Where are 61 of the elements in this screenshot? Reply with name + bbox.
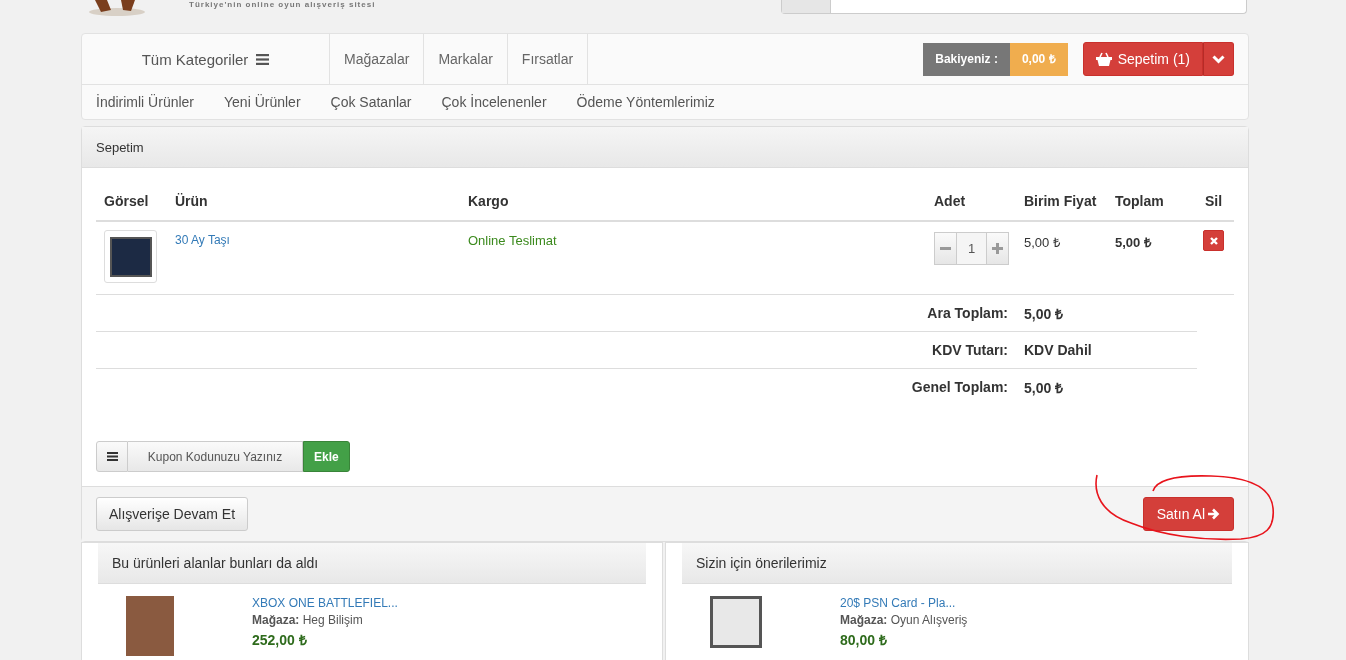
plus-icon	[992, 243, 1003, 254]
column-header: Görsel	[103, 193, 150, 209]
unit-price: 5,00 ₺	[1024, 234, 1060, 251]
decrease-button[interactable]	[934, 232, 957, 265]
product-link[interactable]: 20$ PSN Card - Pla...	[840, 596, 968, 610]
nav-link[interactable]: Mağazalar	[330, 34, 425, 84]
subnav-link[interactable]: Ödeme Yöntemlerimiz	[576, 94, 715, 110]
subnav-link[interactable]: Yeni Ürünler	[224, 94, 301, 110]
product-link[interactable]: XBOX ONE BATTLEFIEL...	[252, 596, 398, 610]
search-field[interactable]	[781, 0, 1247, 14]
nav-link[interactable]: Markalar	[424, 34, 508, 84]
cart-button[interactable]: Sepetim (1)	[1082, 42, 1203, 76]
product-price: 252,00 ₺	[252, 631, 308, 649]
subnav-link[interactable]: Çok Satanlar	[330, 94, 412, 110]
panel-title: Bu ürünleri alanlar bunları da aldı	[112, 555, 319, 571]
shipping-text: Online Teslimat	[468, 233, 557, 248]
product-price: 80,00 ₺	[840, 631, 888, 649]
logo-tagline: Türkiye'nin online oyun alışveriş sitesi	[189, 0, 376, 9]
menu-icon	[256, 53, 270, 65]
photo-placeholder	[104, 230, 157, 283]
column-header: Birim Fiyat	[1023, 193, 1098, 209]
continue-shopping-button[interactable]: Alışverişe Devam Et	[96, 497, 249, 531]
coupon-field[interactable]: Kupon Kodunuzu Yazınız	[128, 441, 303, 472]
add-button[interactable]: Ekle	[303, 441, 350, 472]
minus-icon	[940, 247, 951, 250]
increase-button[interactable]	[986, 232, 1009, 265]
categories-menu[interactable]: Tüm Kategoriler	[82, 34, 330, 84]
menu-button[interactable]	[96, 441, 128, 472]
nav-link[interactable]: Fırsatlar	[507, 34, 589, 84]
quantity-field[interactable]: 1	[957, 232, 986, 265]
photo-placeholder	[126, 596, 174, 656]
balance-label: Bakiyeniz :	[923, 42, 1010, 76]
photo-placeholder	[710, 596, 762, 648]
balance-value: 0,00 ₺	[1009, 42, 1068, 76]
column-header: Ürün	[174, 193, 209, 209]
dropdown-button[interactable]	[1203, 42, 1234, 76]
line-total: 5,00 ₺	[1115, 234, 1151, 251]
arrow-right-icon	[1207, 508, 1220, 520]
close-icon	[1209, 236, 1218, 245]
panel-title: Sepetim	[96, 139, 144, 155]
column-header: Toplam	[1114, 193, 1165, 209]
column-header: Kargo	[467, 193, 510, 209]
summary-label: Ara Toplam:	[926, 305, 1009, 321]
subnav-link[interactable]: Çok İncelenenler	[441, 94, 547, 110]
summary-value: KDV Dahil	[1023, 342, 1093, 358]
subnav-link[interactable]: İndirimli Ürünler	[96, 94, 195, 110]
delete-button[interactable]	[1203, 230, 1224, 251]
panel-title: Sizin için önerilerimiz	[696, 555, 827, 571]
basket-icon	[1095, 52, 1112, 66]
menu-icon	[106, 452, 118, 461]
summary-value: 5,00 ₺	[1023, 304, 1065, 323]
summary-value: 5,00 ₺	[1023, 378, 1065, 397]
column-header: Adet	[933, 193, 967, 209]
chevron-down-icon	[1212, 54, 1225, 64]
buy-button[interactable]: Satın Al	[1142, 497, 1234, 531]
product-link[interactable]: 30 Ay Taşı	[175, 233, 230, 247]
summary-label: Genel Toplam:	[910, 379, 1009, 395]
column-header: Sil	[1204, 193, 1224, 209]
summary-label: KDV Tutarı:	[931, 342, 1009, 358]
store-text: Mağaza: Oyun Alışveriş	[840, 613, 968, 627]
store-text: Mağaza: Heg Bilişim	[252, 613, 364, 627]
